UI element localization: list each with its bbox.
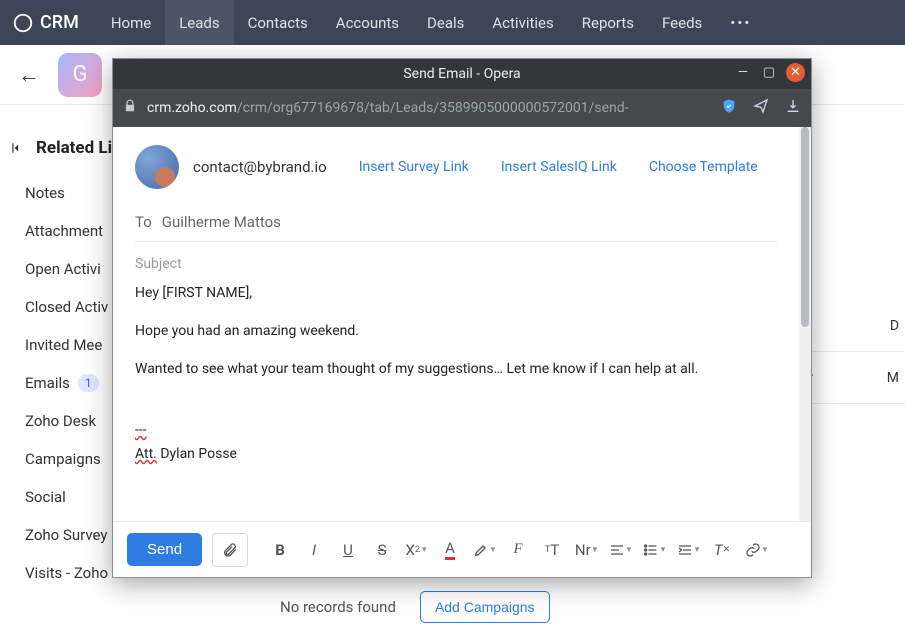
nav-accounts[interactable]: Accounts — [322, 0, 413, 45]
lock-icon — [123, 99, 137, 117]
top-nav: CRM Home Leads Contacts Accounts Deals A… — [0, 0, 905, 45]
body-line-1: Hope you had an amazing weekend. — [135, 320, 777, 344]
emails-badge: 1 — [78, 374, 99, 392]
to-label: To — [135, 213, 152, 231]
no-records-label: No records found — [280, 598, 396, 616]
send-email-window: Send Email - Opera — ▢ ✕ crm.zoho.com/cr… — [112, 58, 812, 578]
send-to-device-icon[interactable] — [753, 98, 769, 118]
underline-icon[interactable]: U — [334, 536, 362, 564]
list-icon[interactable]: ▾ — [640, 536, 668, 564]
email-compose-area: contact@bybrand.io Insert Survey Link In… — [113, 127, 811, 521]
from-email: contact@bybrand.io — [193, 158, 327, 176]
nav-home[interactable]: Home — [97, 0, 165, 45]
nav-feeds[interactable]: Feeds — [648, 0, 716, 45]
avatar-letter: G — [73, 62, 88, 87]
send-button[interactable]: Send — [127, 533, 202, 566]
clear-format-icon[interactable]: T✕ — [708, 536, 736, 564]
url-text: crm.zoho.com/crm/org677169678/tab/Leads/… — [147, 100, 711, 116]
close-icon[interactable]: ✕ — [786, 63, 805, 82]
maximize-icon[interactable]: ▢ — [760, 64, 778, 82]
subscript-icon[interactable]: X2▾ — [402, 536, 430, 564]
insert-salesiq-link[interactable]: Insert SalesIQ Link — [501, 159, 617, 175]
sender-avatar — [135, 145, 179, 189]
signature: ---Att. Dylan Posse — [135, 419, 777, 467]
highlight-color-icon[interactable]: ▾ — [470, 536, 498, 564]
italic-icon[interactable]: I — [300, 536, 328, 564]
back-arrow-icon[interactable]: ← — [18, 62, 40, 88]
lead-avatar[interactable]: G — [58, 53, 102, 97]
nav-reports[interactable]: Reports — [568, 0, 648, 45]
nav-deals[interactable]: Deals — [413, 0, 478, 45]
insert-survey-link[interactable]: Insert Survey Link — [359, 159, 469, 175]
choose-template-link[interactable]: Choose Template — [649, 159, 758, 175]
to-value: Guilherme Mattos — [162, 213, 281, 231]
body-line-2: Wanted to see what your team thought of … — [135, 358, 777, 382]
nav-contacts[interactable]: Contacts — [234, 0, 322, 45]
collapse-icon[interactable] — [10, 141, 28, 155]
shield-icon[interactable] — [721, 98, 737, 118]
window-titlebar[interactable]: Send Email - Opera — ▢ ✕ — [113, 59, 811, 89]
subject-field[interactable]: Subject — [135, 256, 777, 272]
attach-button[interactable] — [212, 533, 248, 567]
align-icon[interactable]: ▾ — [606, 536, 634, 564]
add-campaigns-button[interactable]: Add Campaigns — [420, 591, 550, 623]
to-field[interactable]: To Guilherme Mattos — [135, 207, 777, 242]
font-color-icon[interactable]: A — [436, 536, 464, 564]
compose-toolbar: Send B I U S X2▾ A ▾ F TT Nr▾ ▾ ▾ ▾ — [113, 521, 811, 577]
related-list-title: Related Lis — [36, 138, 121, 158]
brand-label: CRM — [40, 12, 79, 33]
nav-activities[interactable]: Activities — [478, 0, 567, 45]
nav-more-icon[interactable]: ••• — [716, 14, 765, 32]
strikethrough-icon[interactable]: S — [368, 536, 396, 564]
indent-icon[interactable]: ▾ — [674, 536, 702, 564]
window-title: Send Email - Opera — [403, 66, 520, 82]
insert-link-icon[interactable]: ▾ — [742, 536, 770, 564]
font-family-icon[interactable]: F — [504, 536, 532, 564]
heading-icon[interactable]: Nr▾ — [572, 536, 600, 564]
minimize-icon[interactable]: — — [734, 64, 752, 82]
popup-scrollbar[interactable] — [799, 127, 811, 517]
body-greeting: Hey [FIRST NAME], — [135, 282, 777, 306]
email-body-editor[interactable]: Hey [FIRST NAME], Hope you had an amazin… — [135, 282, 777, 467]
download-icon[interactable] — [785, 98, 801, 118]
campaigns-section: No records found Add Campaigns — [280, 591, 550, 623]
font-size-icon[interactable]: TT — [538, 536, 566, 564]
bold-icon[interactable]: B — [266, 536, 294, 564]
nav-leads[interactable]: Leads — [165, 0, 233, 45]
crm-logo[interactable]: CRM — [12, 12, 79, 34]
browser-address-bar[interactable]: crm.zoho.com/crm/org677169678/tab/Leads/… — [113, 89, 811, 127]
